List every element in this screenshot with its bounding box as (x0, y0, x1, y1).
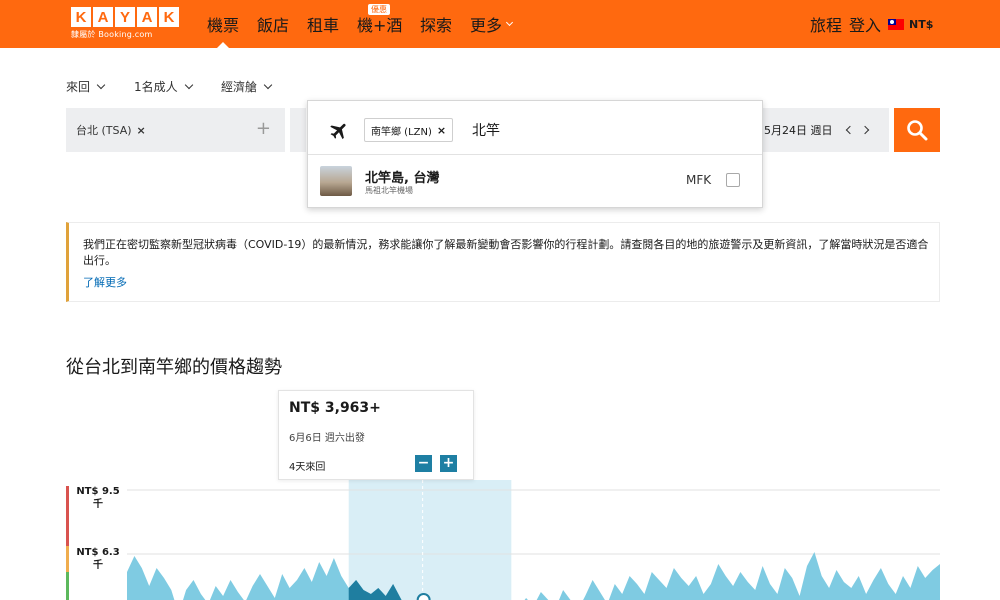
alert-text: 我們正在密切監察新型冠狀病毒（COVID-19）的最新情況，務求能讓你了解最新變… (83, 238, 929, 267)
depart-date-label: 5月24日 週日 (764, 124, 833, 137)
nav-hotels-label: 飯店 (257, 16, 290, 35)
nav-flights-label: 機票 (207, 16, 240, 35)
nav-explore[interactable]: 探索 (420, 0, 452, 48)
price-trend-title: 從台北到南竿鄉的價格趨勢 (66, 357, 282, 378)
selected-range-band (348, 480, 512, 600)
cabin-select[interactable]: 經濟艙 (221, 78, 273, 95)
axis-color-mid (66, 546, 69, 572)
result-name: 北竿島, 台灣 (365, 171, 440, 186)
destination-autocomplete: 南竿鄉 (LZN) × 北竿 北竿島, 台灣 馬祖北竿機場 MFK (307, 100, 763, 208)
destination-chip: 南竿鄉 (LZN) × (364, 118, 454, 142)
logo-wordmark: KAYAK (71, 7, 179, 27)
origin-chip: 台北 (TSA) × (76, 122, 146, 138)
chevron-down-icon (505, 18, 514, 27)
selected-point (416, 593, 431, 600)
result-thumbnail (320, 166, 352, 196)
chevron-down-icon (263, 80, 273, 89)
trip-type-select[interactable]: 來回 (66, 78, 106, 95)
origin-field[interactable]: 台北 (TSA) × + (66, 108, 285, 152)
remove-destination-icon[interactable]: × (437, 124, 446, 137)
login-label: 登入 (849, 16, 882, 35)
travelers-label: 1名成人 (134, 80, 178, 94)
chevron-down-icon (96, 80, 106, 89)
autocomplete-result[interactable]: 北竿島, 台灣 馬祖北竿機場 MFK (308, 155, 762, 207)
tooltip-duration: 4天來回 (289, 462, 326, 473)
remove-origin-icon[interactable]: × (137, 124, 146, 137)
tooltip-price: NT$ 3,963+ (289, 400, 381, 416)
origin-chip-label: 台北 (TSA) (76, 124, 132, 137)
login-link[interactable]: 登入 (849, 0, 881, 48)
logo-letter: K (159, 7, 179, 27)
search-button[interactable] (894, 108, 940, 152)
depart-date-field[interactable]: 5月24日 週日 (763, 108, 889, 152)
nav-cars[interactable]: 租車 (307, 0, 339, 48)
currency-selector[interactable]: NT$ (888, 0, 933, 48)
nav-explore-label: 探索 (420, 16, 453, 35)
chevron-down-icon (184, 80, 193, 89)
add-origin-icon[interactable]: + (256, 120, 271, 138)
trips-label: 旅程 (810, 16, 843, 35)
alert-learn-more-link[interactable]: 了解更多 (83, 274, 127, 290)
cabin-label: 經濟艙 (221, 80, 258, 94)
destination-field-edge (290, 108, 306, 152)
result-checkbox[interactable] (726, 173, 740, 187)
chevron-left-icon[interactable] (845, 125, 854, 135)
nav-more[interactable]: 更多 (470, 0, 514, 48)
logo-letter: A (137, 7, 157, 27)
result-subtitle: 馬祖北竿機場 (365, 186, 413, 195)
logo-letter: K (71, 7, 91, 27)
top-navigation-bar: KAYAK 隸屬於 Booking.com 機票 飯店 租車 優惠 機+酒 探索… (0, 0, 1000, 48)
decrease-duration-button[interactable]: − (415, 455, 432, 472)
taiwan-flag-icon (888, 18, 904, 30)
nav-flights[interactable]: 機票 (207, 0, 239, 48)
y-tick-label-mid: NT$ 6.3 千 (76, 547, 120, 571)
trips-link[interactable]: 旅程 (810, 0, 842, 48)
nav-packages[interactable]: 機+酒 (357, 0, 402, 48)
price-area-series (127, 552, 940, 600)
search-icon (907, 120, 928, 141)
currency-label: NT$ (909, 17, 934, 31)
travelers-select[interactable]: 1名成人 (134, 78, 193, 95)
logo-letter: A (93, 7, 113, 27)
logo-letter: Y (115, 7, 135, 27)
destination-input[interactable]: 北竿 (472, 120, 500, 140)
destination-chip-label: 南竿鄉 (LZN) (371, 126, 432, 138)
price-area-highlight (348, 580, 512, 600)
covid-alert: 我們正在密切監察新型冠狀病毒（COVID-19）的最新情況，務求能讓你了解最新變… (66, 222, 940, 302)
kayak-logo[interactable]: KAYAK 隸屬於 Booking.com (71, 7, 179, 40)
chevron-right-icon[interactable] (860, 125, 869, 135)
price-tooltip: NT$ 3,963+ 6月6日 週六出發 4天來回 − + (278, 390, 474, 480)
tooltip-date: 6月6日 週六出發 (289, 433, 365, 444)
axis-color-high (66, 486, 69, 546)
airplane-icon (330, 123, 346, 140)
nav-more-label: 更多 (470, 16, 503, 35)
axis-color-low (66, 572, 69, 600)
trip-type-label: 來回 (66, 80, 91, 94)
y-tick-label-high: NT$ 9.5 千 (76, 486, 120, 510)
nav-cars-label: 租車 (307, 16, 340, 35)
increase-duration-button[interactable]: + (440, 455, 457, 472)
result-airport-code: MFK (686, 173, 712, 187)
logo-subtitle: 隸屬於 Booking.com (71, 30, 153, 39)
nav-packages-label: 機+酒 (357, 16, 403, 35)
nav-hotels[interactable]: 飯店 (257, 0, 289, 48)
